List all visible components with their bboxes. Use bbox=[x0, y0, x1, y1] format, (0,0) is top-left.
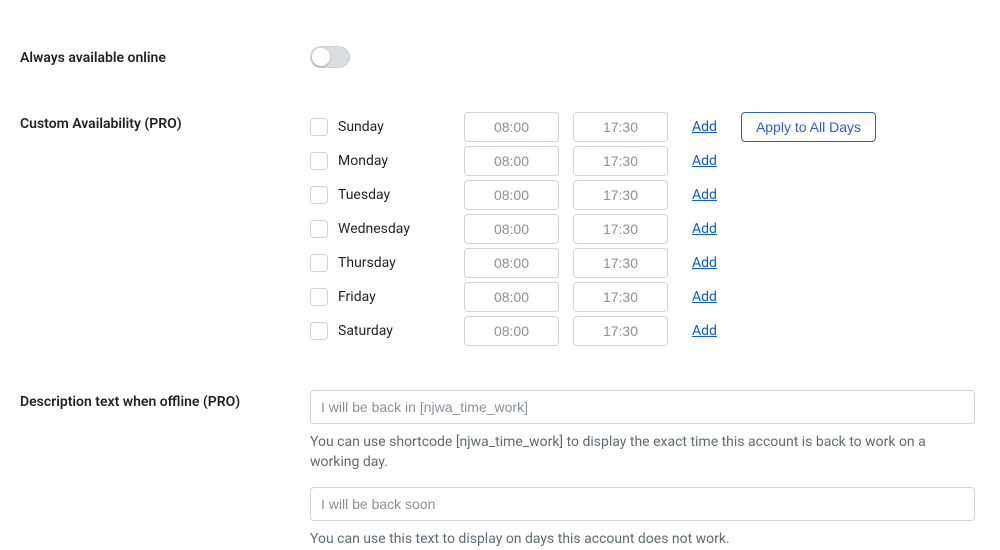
day-checkbox[interactable] bbox=[310, 322, 328, 340]
day-name: Saturday bbox=[338, 323, 393, 339]
start-time-input[interactable] bbox=[464, 282, 559, 312]
add-link[interactable]: Add bbox=[692, 187, 717, 203]
custom-availability-label: Custom Availability (PRO) bbox=[20, 116, 182, 132]
offline-desc-help-2: You can use this text to display on days… bbox=[310, 529, 970, 549]
offline-desc-input-1[interactable] bbox=[310, 390, 975, 424]
day-checkbox[interactable] bbox=[310, 186, 328, 204]
always-available-toggle[interactable] bbox=[310, 46, 350, 68]
end-time-input[interactable] bbox=[573, 248, 668, 278]
offline-desc-label: Description text when offline (PRO) bbox=[20, 394, 240, 410]
start-time-input[interactable] bbox=[464, 180, 559, 210]
always-available-label: Always available online bbox=[20, 50, 166, 66]
start-time-input[interactable] bbox=[464, 214, 559, 244]
start-time-input[interactable] bbox=[464, 112, 559, 142]
apply-all-days-button[interactable]: Apply to All Days bbox=[741, 112, 876, 142]
day-row: Tuesday Add bbox=[310, 180, 980, 210]
day-row: Friday Add bbox=[310, 282, 980, 312]
day-check-wrap: Monday bbox=[310, 152, 450, 170]
day-row: Wednesday Add bbox=[310, 214, 980, 244]
start-time-input[interactable] bbox=[464, 316, 559, 346]
day-check-wrap: Tuesday bbox=[310, 186, 450, 204]
days-container: SundayAddApply to All DaysMondayAddTuesd… bbox=[310, 112, 980, 350]
add-link[interactable]: Add bbox=[692, 323, 717, 339]
day-checkbox[interactable] bbox=[310, 288, 328, 306]
day-row: Sunday Add Apply to All Days bbox=[310, 112, 980, 142]
day-check-wrap: Friday bbox=[310, 288, 450, 306]
add-link[interactable]: Add bbox=[692, 255, 717, 271]
add-link[interactable]: Add bbox=[692, 153, 717, 169]
offline-desc-help-1: You can use shortcode [njwa_time_work] t… bbox=[310, 432, 970, 473]
end-time-input[interactable] bbox=[573, 316, 668, 346]
day-check-wrap: Saturday bbox=[310, 322, 450, 340]
end-time-input[interactable] bbox=[573, 282, 668, 312]
start-time-input[interactable] bbox=[464, 248, 559, 278]
day-row: Monday Add bbox=[310, 146, 980, 176]
add-link[interactable]: Add bbox=[692, 119, 717, 135]
end-time-input[interactable] bbox=[573, 146, 668, 176]
add-link[interactable]: Add bbox=[692, 221, 717, 237]
day-name: Sunday bbox=[338, 119, 384, 135]
day-name: Wednesday bbox=[338, 221, 410, 237]
day-check-wrap: Wednesday bbox=[310, 220, 450, 238]
end-time-input[interactable] bbox=[573, 112, 668, 142]
toggle-knob-icon bbox=[312, 48, 330, 66]
day-name: Friday bbox=[338, 289, 376, 305]
day-check-wrap: Sunday bbox=[310, 118, 450, 136]
end-time-input[interactable] bbox=[573, 180, 668, 210]
day-checkbox[interactable] bbox=[310, 254, 328, 272]
day-row: Saturday Add bbox=[310, 316, 980, 346]
day-checkbox[interactable] bbox=[310, 220, 328, 238]
day-checkbox[interactable] bbox=[310, 152, 328, 170]
day-name: Monday bbox=[338, 153, 388, 169]
add-link[interactable]: Add bbox=[692, 289, 717, 305]
day-name: Thursday bbox=[338, 255, 396, 271]
end-time-input[interactable] bbox=[573, 214, 668, 244]
day-checkbox[interactable] bbox=[310, 118, 328, 136]
day-name: Tuesday bbox=[338, 187, 390, 203]
start-time-input[interactable] bbox=[464, 146, 559, 176]
day-check-wrap: Thursday bbox=[310, 254, 450, 272]
day-row: Thursday Add bbox=[310, 248, 980, 278]
offline-desc-input-2[interactable] bbox=[310, 487, 975, 521]
